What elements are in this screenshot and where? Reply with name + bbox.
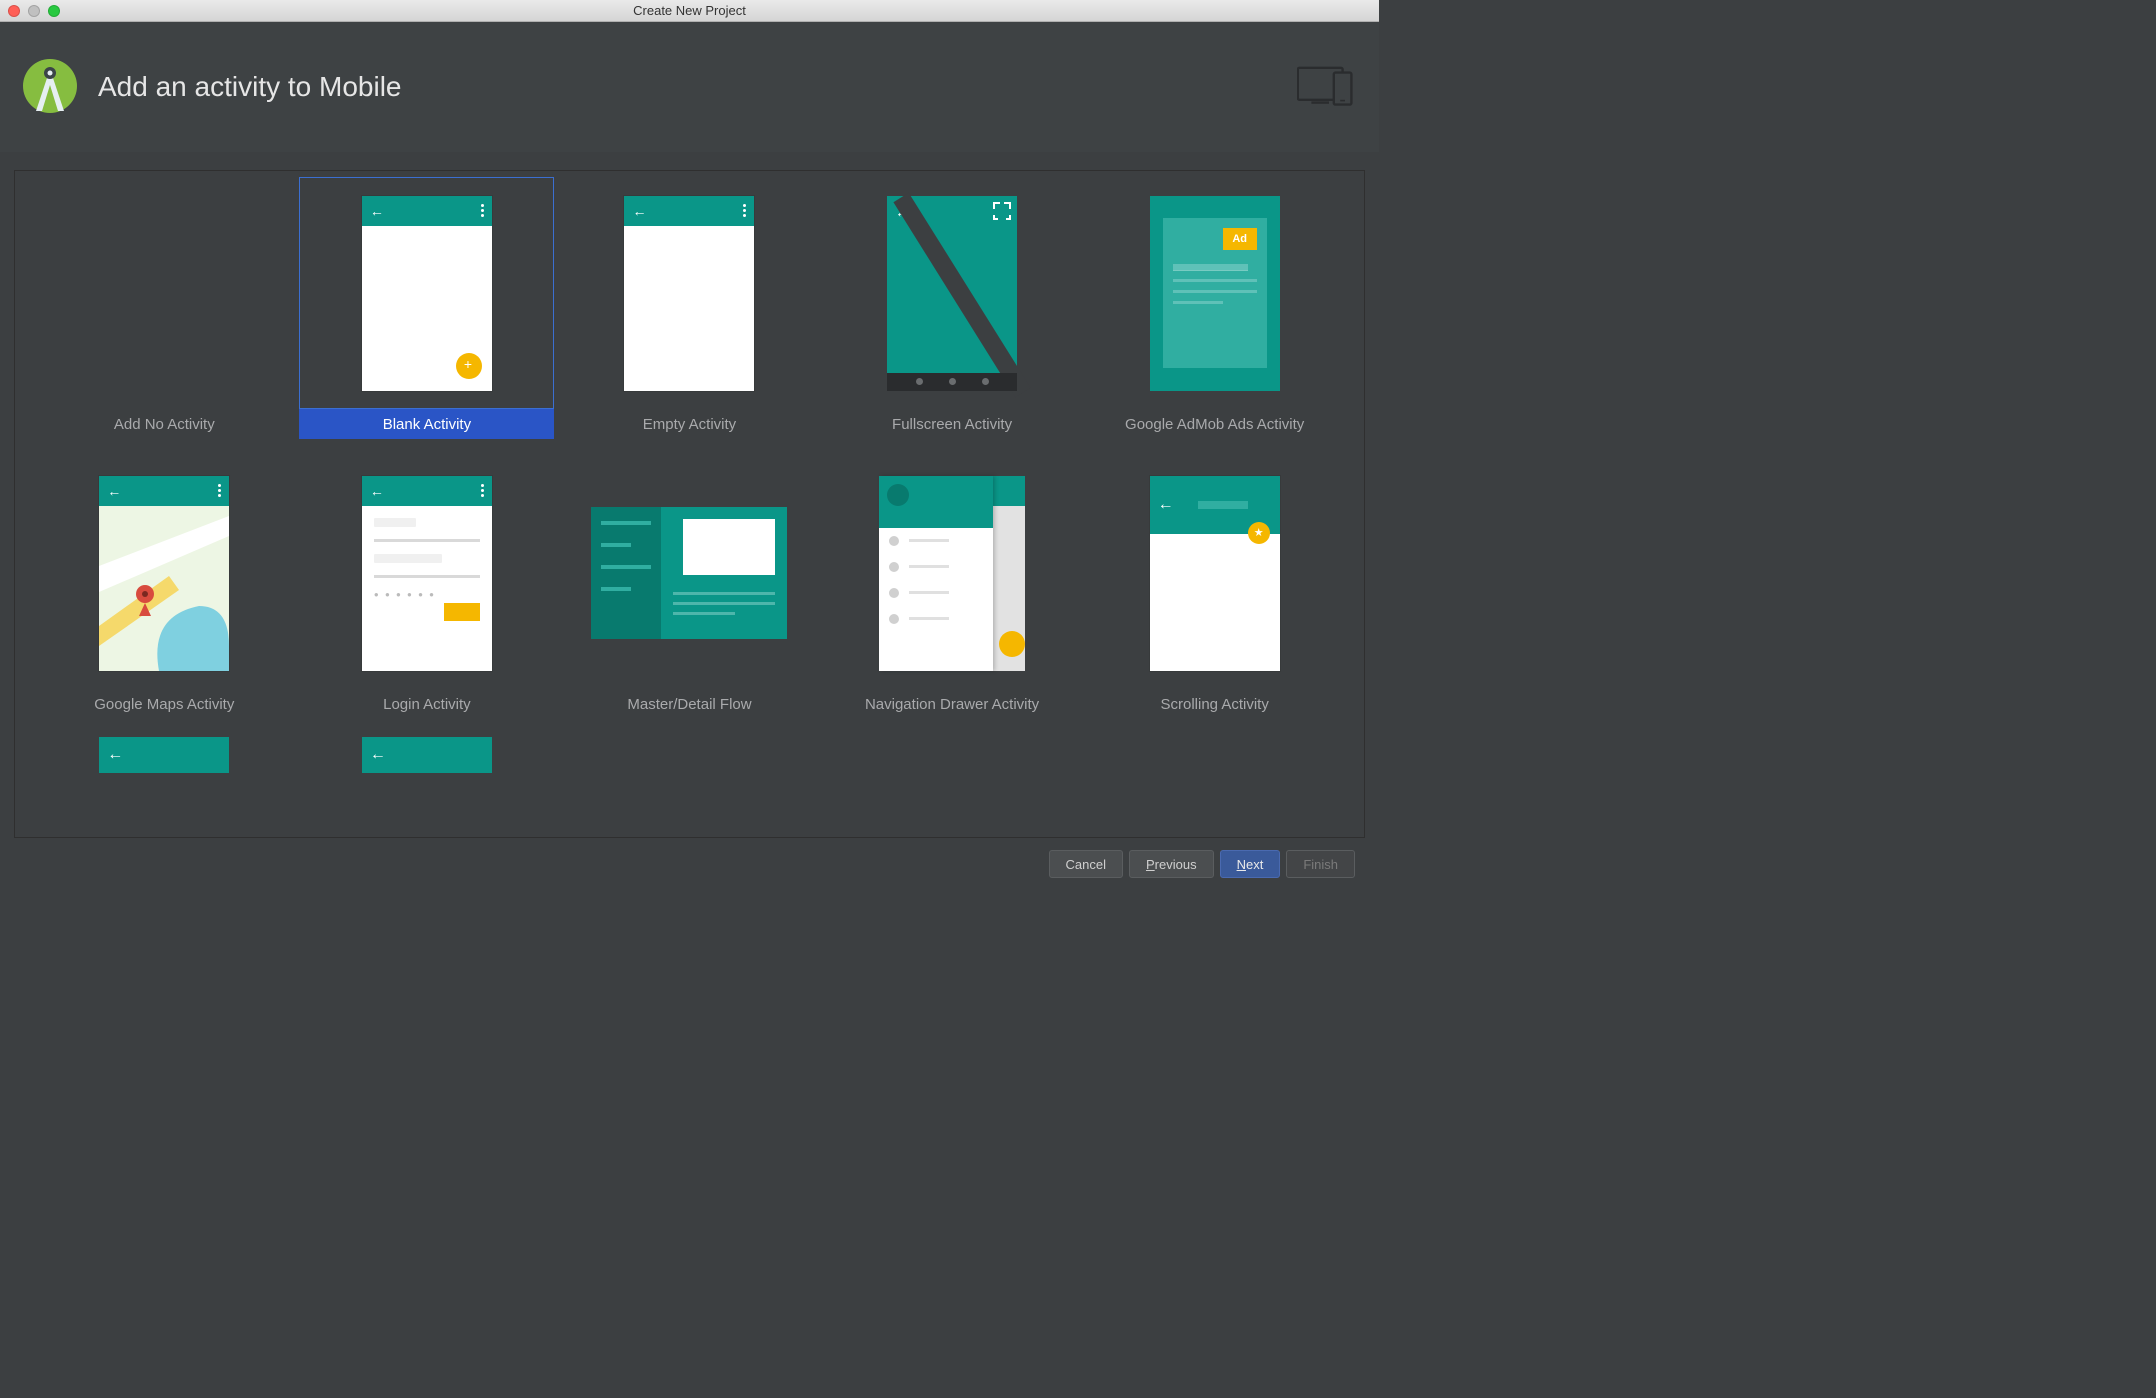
template-preview: Ad (1087, 177, 1342, 409)
overflow-menu-icon (743, 204, 746, 217)
back-arrow-icon: ← (107, 483, 121, 499)
activity-template-partial[interactable]: ← (33, 737, 296, 791)
wizard-header: Add an activity to Mobile (0, 22, 1379, 152)
activity-template-none[interactable]: Add No Activity (33, 177, 296, 457)
activity-template-navdrawer[interactable]: Navigation Drawer Activity (821, 457, 1084, 737)
page-title: Add an activity to Mobile (98, 71, 402, 103)
android-studio-logo-icon (18, 55, 82, 119)
fab-icon (999, 631, 1025, 657)
activity-template-scrolling[interactable]: ←★Scrolling Activity (1083, 457, 1346, 737)
template-label: Master/Detail Flow (562, 689, 817, 719)
star-fab-icon: ★ (1248, 522, 1270, 544)
next-button[interactable]: Next (1220, 850, 1281, 878)
back-arrow-icon: ← (370, 203, 384, 219)
template-preview: ← (37, 457, 292, 689)
template-scroll-region[interactable]: Add No Activity ← Blank Activity ← Empty Act… (14, 170, 1365, 838)
template-preview (562, 457, 817, 689)
template-label: Scrolling Activity (1087, 689, 1342, 719)
login-submit-icon (444, 603, 480, 621)
template-label: Fullscreen Activity (825, 409, 1080, 439)
back-arrow-icon: ← (107, 746, 123, 764)
ad-badge: Ad (1223, 228, 1257, 250)
titlebar: Create New Project (0, 0, 1379, 22)
wizard-footer: Cancel Previous Next Finish (0, 838, 1379, 890)
template-label: Login Activity (299, 689, 554, 719)
appbar: ← (624, 196, 754, 226)
form-factor-icon (1297, 63, 1361, 111)
back-arrow-icon: ← (370, 746, 386, 764)
template-preview: ←● ● ● ● ● ● (299, 457, 554, 689)
overflow-menu-icon (218, 484, 221, 497)
template-preview: ← (825, 177, 1080, 409)
overflow-menu-icon (481, 484, 484, 497)
template-label: Blank Activity (299, 409, 554, 439)
appbar: ← (99, 476, 229, 506)
template-grid: Add No Activity ← Blank Activity ← Empty Act… (33, 177, 1346, 791)
template-label: Navigation Drawer Activity (825, 689, 1080, 719)
previous-button[interactable]: Previous (1129, 850, 1214, 878)
template-preview (37, 177, 292, 409)
back-arrow-icon: ← (1158, 496, 1174, 514)
template-preview: ←★ (1087, 457, 1342, 689)
finish-button: Finish (1286, 850, 1355, 878)
template-label: Empty Activity (562, 409, 817, 439)
activity-template-masterdetail[interactable]: Master/Detail Flow (558, 457, 821, 737)
expand-icon (993, 202, 1011, 220)
template-label: Add No Activity (37, 409, 292, 439)
activity-template-maps[interactable]: ← Google Maps Activity (33, 457, 296, 737)
template-label: Google Maps Activity (37, 689, 292, 719)
template-preview (825, 457, 1080, 689)
back-arrow-icon: ← (370, 483, 384, 499)
template-preview: ← (299, 177, 554, 409)
activity-template-login[interactable]: ←● ● ● ● ● ●Login Activity (296, 457, 559, 737)
activity-template-admob[interactable]: Ad Google AdMob Ads Activity (1083, 177, 1346, 457)
window-title: Create New Project (0, 3, 1379, 18)
overflow-menu-icon (481, 204, 484, 217)
activity-template-partial[interactable]: ← (296, 737, 559, 791)
fab-icon (456, 353, 482, 379)
content-area: Add No Activity ← Blank Activity ← Empty Act… (0, 152, 1379, 838)
back-arrow-icon: ← (632, 203, 646, 219)
template-label: Google AdMob Ads Activity (1087, 409, 1342, 439)
cancel-button[interactable]: Cancel (1049, 850, 1123, 878)
activity-template-blank[interactable]: ← Blank Activity (296, 177, 559, 457)
activity-template-fullscreen[interactable]: ←Fullscreen Activity (821, 177, 1084, 457)
appbar: ← (362, 196, 492, 226)
appbar: ← (362, 476, 492, 506)
template-preview: ← (562, 177, 817, 409)
nav-bar-icon (887, 373, 1017, 391)
activity-template-empty[interactable]: ← Empty Activity (558, 177, 821, 457)
avatar-icon (887, 484, 909, 506)
